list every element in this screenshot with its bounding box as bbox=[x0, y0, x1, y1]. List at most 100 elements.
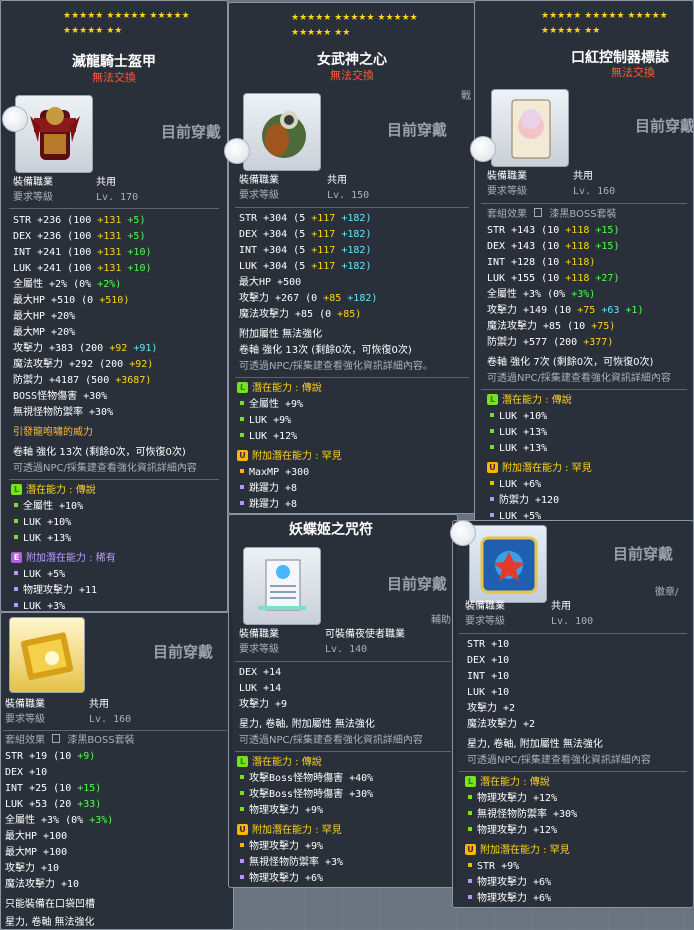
additional-potential-header: E 附加潛在能力 : 稀有 bbox=[11, 551, 116, 566]
set-effect: 套組效果 漆黑BOSS套裝 bbox=[5, 734, 135, 746]
potential-line: 無視怪物防禦率 +30% bbox=[467, 807, 577, 822]
job-label: 裝備職業 bbox=[5, 699, 45, 710]
potential-line: 物理攻擊力 +12% bbox=[467, 823, 557, 838]
potential-line: 物理攻擊力 +9% bbox=[239, 803, 323, 818]
add-potential-line: 無視怪物防禦率 +3% bbox=[239, 855, 343, 870]
npc-hint: 可透過NPC/採集建查看強化資訊詳細內容 bbox=[13, 463, 197, 474]
potential-line: 物理攻擊力 +12% bbox=[467, 791, 557, 806]
additional-potential-header: U 附加潛在能力 : 罕見 bbox=[237, 823, 342, 838]
side-label: 戰 bbox=[461, 91, 471, 102]
stat-att: 攻擊力 +2 bbox=[467, 703, 516, 714]
stat-luk: LUK +10 bbox=[467, 687, 510, 698]
stat-matt: 魔法攻擊力 +292 (200 +92) bbox=[13, 359, 154, 370]
currently-wearing-label: 目前穿戴 bbox=[387, 121, 448, 139]
job-label: 裝備職業 bbox=[239, 629, 279, 640]
untradeable-label: 無法交換 bbox=[92, 71, 136, 84]
level-label: 要求等級 bbox=[239, 644, 279, 655]
star-force-display: ★★★★★ ★★★★★ ★★★★★ ★★★★★ ★★ bbox=[541, 11, 668, 36]
unique-icon: U bbox=[487, 462, 498, 473]
stat-int: INT +25 (10 +15) bbox=[5, 783, 102, 794]
add-potential-line: LUK +5% bbox=[13, 567, 65, 582]
potential-line: 全屬性 +9% bbox=[239, 397, 303, 412]
stat-allstat: 全屬性 +3% (0% +3%) bbox=[5, 815, 114, 826]
untradeable-label: 無法交換 bbox=[611, 66, 655, 79]
stat-att: 攻擊力 +9 bbox=[239, 699, 288, 710]
add-potential-line: 物理攻擊力 +9% bbox=[239, 839, 323, 854]
additional-potential-header: U 附加潛在能力 : 罕見 bbox=[465, 843, 570, 858]
stat-matt: 魔法攻擊力 +2 bbox=[467, 719, 536, 730]
job-value: 可裝備夜使者職業 bbox=[325, 629, 405, 640]
scroll-info: 卷軸 強化 13次 (剩餘0次，可恢復0次) bbox=[239, 345, 412, 356]
stat-maxmp-pct: 最大MP +20% bbox=[13, 327, 76, 338]
legendary-icon: L bbox=[237, 756, 248, 767]
stat-dex: DEX +304 (5 +117 +182) bbox=[239, 229, 372, 240]
job-value: 共用 bbox=[551, 601, 571, 612]
heart-icon bbox=[262, 111, 306, 158]
stat-att: 攻擊力 +149 (10 +75 +63 +1) bbox=[487, 305, 644, 316]
job-value: 共用 bbox=[327, 175, 347, 186]
stat-str: STR +304 (5 +117 +182) bbox=[239, 213, 372, 224]
cursor-hand-icon bbox=[224, 138, 250, 164]
epic-icon: E bbox=[11, 552, 22, 563]
potential-line: 攻擊Boss怪物時傷害 +30% bbox=[239, 787, 373, 802]
stat-def: 防禦力 +577 (200 +377) bbox=[487, 337, 614, 348]
add-potential-line: STR +9% bbox=[467, 859, 519, 874]
item-icon bbox=[243, 93, 321, 171]
item-title: 女武神之心 bbox=[317, 52, 387, 68]
job-label: 裝備職業 bbox=[13, 177, 53, 188]
scroll-info: 卷軸 強化 7次 (剩餘0次，可恢復0次) bbox=[487, 357, 654, 368]
level-label: 要求等級 bbox=[487, 186, 527, 197]
job-value: 共用 bbox=[573, 171, 593, 182]
tooltip-butterfly-talisman: 妖蝶姬之咒符 目前穿戴 輔助 裝備職業 可裝備夜使者職業 要求等級 Lv. 14… bbox=[228, 514, 458, 888]
potential-header: L 潛在能力 : 傳說 bbox=[11, 483, 96, 498]
npc-hint: 可透過NPC/採集建查看強化資訊詳細內容。 bbox=[239, 361, 433, 372]
stat-int: INT +241 (100 +131 +10) bbox=[13, 247, 152, 258]
level-value: Lv. 100 bbox=[551, 616, 594, 627]
stat-str: STR +236 (100 +131 +5) bbox=[13, 215, 146, 226]
stat-dex: DEX +10 bbox=[5, 767, 48, 778]
item-icon bbox=[15, 95, 93, 173]
potential-line: LUK +13% bbox=[489, 425, 547, 440]
add-potential-line: 物理攻擊力 +6% bbox=[239, 871, 323, 886]
stat-luk: LUK +241 (100 +131 +10) bbox=[13, 263, 152, 274]
stat-int: INT +128 (10 +118) bbox=[487, 257, 596, 268]
item-title: 妖蝶姬之咒符 bbox=[289, 522, 373, 538]
stat-dex: DEX +14 bbox=[239, 667, 282, 678]
potential-line: LUK +13% bbox=[13, 531, 71, 546]
stat-luk: LUK +155 (10 +118 +27) bbox=[487, 273, 620, 284]
add-potential-line: 物理攻擊力 +6% bbox=[467, 875, 551, 890]
stat-matt: 魔法攻擊力 +85 (10 +75) bbox=[487, 321, 616, 332]
npc-hint: 可透過NPC/採集建查看強化資訊詳細內容 bbox=[487, 373, 671, 384]
stat-str: STR +143 (10 +118 +15) bbox=[487, 225, 620, 236]
side-label: 徽章/ bbox=[655, 587, 679, 598]
tooltip-lipstick-emblem: ★★★★★ ★★★★★ ★★★★★ ★★★★★ ★★ 口紅控制器標誌 無法交換 … bbox=[474, 0, 694, 524]
flavor-text: 引發龍咆嘯的威力 bbox=[13, 427, 93, 438]
stat-def: 防禦力 +4187 (500 +3687) bbox=[13, 375, 152, 386]
legendary-icon: L bbox=[465, 776, 476, 787]
stat-boss: BOSS怪物傷害 +30% bbox=[13, 391, 108, 402]
potential-header: L 潛在能力 : 傳說 bbox=[465, 775, 550, 790]
level-value: Lv. 140 bbox=[325, 644, 368, 655]
add-potential-line: 跳躍力 +8 bbox=[239, 481, 297, 496]
stat-allstat: 全屬性 +3% (0% +3%) bbox=[487, 289, 596, 300]
scroll-info: 星力, 卷軸 無法強化 bbox=[5, 917, 95, 928]
legendary-icon: L bbox=[11, 484, 22, 495]
stat-att: 攻擊力 +383 (200 +92 +91) bbox=[13, 343, 158, 354]
stat-str: STR +19 (10 +9) bbox=[5, 751, 96, 762]
level-value: Lv. 150 bbox=[327, 190, 370, 201]
stat-luk: LUK +14 bbox=[239, 683, 282, 694]
level-label: 要求等級 bbox=[239, 190, 279, 201]
level-value: Lv. 160 bbox=[573, 186, 616, 197]
potential-line: LUK +13% bbox=[489, 441, 547, 456]
no-enhance-info: 星力, 卷軸, 附加屬性 無法強化 bbox=[467, 739, 603, 750]
stat-str: STR +10 bbox=[467, 639, 510, 650]
scroll-info: 卷軸 強化 13次 (剩餘0次，可恢復0次) bbox=[13, 447, 186, 458]
stat-att: 攻擊力 +267 (0 +85 +182) bbox=[239, 293, 378, 304]
stat-maxhp-pct: 最大HP +20% bbox=[13, 311, 76, 322]
tooltip-emblem-badge: 目前穿戴 徽章/ 裝備職業 共用 要求等級 Lv. 100 STR +10 DE… bbox=[452, 520, 694, 908]
item-title: 滅龍騎士盔甲 bbox=[72, 54, 156, 70]
talisman-icon bbox=[258, 559, 306, 611]
additional-potential-header: U 附加潛在能力 : 罕見 bbox=[487, 461, 592, 476]
emblem-icon bbox=[480, 536, 538, 594]
tooltip-dragon-armor: ★★★★★ ★★★★★ ★★★★★ ★★★★★ ★★ 滅龍騎士盔甲 無法交換 目… bbox=[0, 0, 228, 612]
